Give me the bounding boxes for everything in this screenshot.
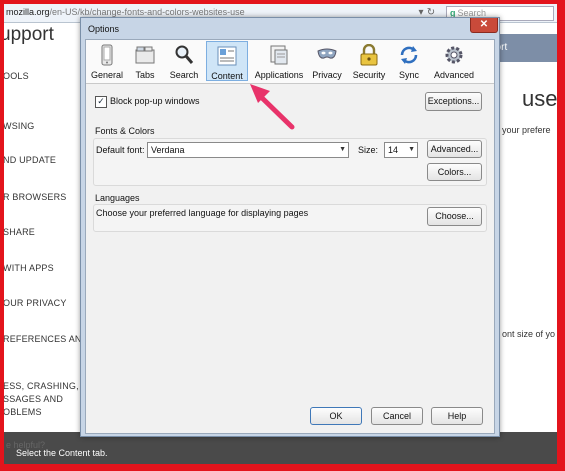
languages-text: Choose your preferred language for displ…: [96, 208, 309, 218]
tab-general[interactable]: General: [90, 41, 124, 81]
article-text: ont size of yo: [502, 329, 556, 339]
block-popups-label[interactable]: Block pop-up windows: [110, 96, 200, 106]
chevron-down-icon: ▼: [339, 146, 346, 153]
ok-button[interactable]: OK: [310, 407, 362, 425]
sidebar-item[interactable]: OUR PRIVACY: [4, 297, 67, 309]
dialog-title: Options: [88, 24, 120, 34]
cancel-button[interactable]: Cancel: [371, 407, 423, 425]
tab-security[interactable]: Security: [350, 41, 388, 81]
tab-applications[interactable]: Applications: [252, 41, 306, 81]
search-icon: [175, 45, 194, 64]
help-button[interactable]: Help: [431, 407, 483, 425]
tab-tabs[interactable]: Tabs: [128, 41, 162, 81]
tab-label: Privacy: [312, 70, 342, 80]
tab-privacy[interactable]: Privacy: [308, 41, 346, 81]
step-caption: Select the Content tab.: [16, 448, 108, 458]
privacy-icon: [317, 48, 337, 59]
fonts-group-title: Fonts & Colors: [95, 126, 155, 136]
default-font-select[interactable]: Verdana ▼: [147, 142, 349, 158]
font-size-select[interactable]: 14 ▼: [384, 142, 418, 158]
security-icon: [360, 44, 378, 66]
site-title: upport: [4, 24, 54, 45]
tabs-icon: [135, 46, 155, 64]
advanced-fonts-button[interactable]: Advanced...: [427, 140, 482, 158]
tab-label: Advanced: [433, 70, 475, 80]
sidebar-item[interactable]: OOLS: [4, 70, 29, 82]
tab-label: Tabs: [135, 70, 155, 80]
sidebar-item[interactable]: WITH APPS: [4, 262, 54, 274]
tab-content[interactable]: Content: [206, 41, 248, 81]
tab-label: Sync: [398, 70, 419, 80]
sidebar-item[interactable]: OBLEMS: [4, 406, 42, 418]
sidebar-item[interactable]: R BROWSERS: [4, 191, 67, 203]
exceptions-button[interactable]: Exceptions...: [425, 92, 482, 111]
close-button[interactable]: ✕: [470, 18, 498, 33]
chevron-down-icon: ▼: [408, 146, 415, 153]
languages-group-title: Languages: [95, 193, 140, 203]
sidebar-item[interactable]: ND UPDATE: [4, 154, 56, 166]
article-heading: use: [522, 86, 557, 111]
article-text: your prefere: [502, 125, 551, 135]
url-text[interactable]: mozilla.org/en-US/kb/change-fonts-and-co…: [6, 7, 245, 17]
sidebar-item[interactable]: WSING: [4, 120, 35, 132]
general-icon: [101, 44, 113, 66]
tab-search[interactable]: Search: [165, 41, 203, 81]
sidebar-item[interactable]: SSAGES AND: [4, 393, 63, 405]
tab-label: General: [90, 70, 124, 80]
sidebar-item[interactable]: SHARE: [4, 226, 35, 238]
advanced-icon: [445, 46, 463, 64]
default-font-label: Default font:: [96, 145, 145, 155]
sidebar-item[interactable]: REFERENCES AND: [4, 333, 88, 345]
annotation-arrow-icon: [250, 84, 295, 130]
sync-icon: [400, 46, 418, 64]
sidebar-item[interactable]: ESS, CRASHING,: [4, 380, 79, 392]
colors-button[interactable]: Colors...: [427, 163, 482, 181]
content-icon: [217, 46, 237, 66]
tab-sync[interactable]: Sync: [392, 41, 426, 81]
size-label: Size:: [358, 145, 379, 155]
tab-advanced[interactable]: Advanced: [430, 41, 478, 81]
tab-label: Security: [352, 70, 386, 80]
tab-label: Search: [169, 70, 199, 80]
block-popups-checkbox[interactable]: ✓: [95, 96, 107, 108]
choose-language-button[interactable]: Choose...: [427, 207, 482, 226]
applications-icon: [270, 45, 288, 65]
